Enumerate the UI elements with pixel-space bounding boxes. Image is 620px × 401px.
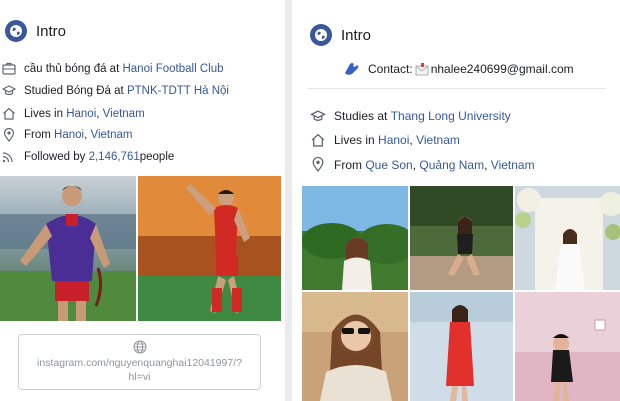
work-row: cầu thủ bóng đá at Hanoi Football Club (2, 62, 224, 75)
contact-row: Contact: nhalee240699@gmail.com (344, 62, 574, 76)
right-intro-card: Intro Contact: nhalee240699@gmail.com St… (292, 0, 620, 401)
globe-icon (5, 20, 27, 42)
followed-suffix: people (139, 150, 175, 163)
from-prefix: From (24, 129, 51, 141)
contact-email[interactable]: nhalee240699@gmail.com (431, 62, 574, 76)
right-intro-header: Intro (310, 24, 371, 46)
graduation-cap-icon (310, 110, 326, 121)
followers-count-link[interactable]: 2,146,761 (89, 151, 140, 163)
studied-prefix: Studied Bóng Đá at (24, 84, 124, 97)
web-icon (19, 340, 260, 356)
lives-country-link[interactable]: Vietnam (416, 133, 460, 147)
grid-photo-1[interactable] (302, 186, 408, 290)
from-country-link[interactable]: Vietnam (91, 129, 133, 141)
home-icon (3, 107, 15, 120)
lives-country-link[interactable]: Vietnam (103, 108, 145, 120)
studied-link[interactable]: PTNK-TDTT Hà Nội (127, 85, 229, 97)
lives-sep: , (409, 133, 413, 147)
rss-icon (2, 152, 13, 163)
intro-title: Intro (36, 22, 67, 40)
grid-photo-5[interactable] (410, 292, 513, 401)
from-city-link[interactable]: Hanoi (54, 129, 84, 141)
lives-row: Lives in Hanoi, Vietnam (310, 133, 460, 147)
studies-prefix: Studies at (334, 109, 388, 123)
location-pin-icon (3, 128, 15, 142)
divider (308, 88, 606, 89)
grid-photo-6[interactable] (515, 292, 620, 401)
from-sep-1: , (412, 157, 417, 172)
envelope-icon (415, 62, 429, 75)
phone-icon (345, 63, 359, 75)
contact-label: Contact: (368, 62, 413, 76)
from-country-link[interactable]: Vietnam (491, 158, 535, 172)
work-link[interactable]: Hanoi Football Club (122, 63, 223, 75)
graduation-cap-icon (2, 85, 16, 96)
lives-prefix: Lives in (24, 107, 63, 120)
intro-title: Intro (341, 26, 372, 44)
lives-sep: , (96, 107, 100, 120)
instagram-link-card[interactable]: instagram.com/nguyenquanghai12041997/? h… (18, 334, 261, 390)
grid-photo-4[interactable] (302, 292, 408, 401)
from-row: From Hanoi, Vietnam (2, 128, 133, 142)
from-row: From Que Son, Quảng Nam, Vietnam (310, 157, 535, 172)
followed-prefix: Followed by (24, 150, 86, 163)
work-prefix: cầu thủ bóng đá at (24, 62, 120, 75)
profile-photo-1[interactable] (0, 176, 136, 321)
from-province-link[interactable]: Quảng Nam (419, 158, 484, 172)
from-prefix: From (334, 157, 362, 172)
briefcase-icon (2, 62, 16, 75)
from-town-link[interactable]: Que Son (365, 158, 412, 172)
from-sep: , (84, 129, 88, 141)
lives-prefix: Lives in (334, 133, 375, 147)
followed-row: Followed by 2,146,761 people (2, 150, 174, 163)
lives-city-link[interactable]: Hanoi (378, 133, 409, 147)
studies-row: Studies at Thang Long University (310, 109, 511, 123)
lives-city-link[interactable]: Hanoi (66, 108, 96, 120)
home-icon (311, 133, 325, 147)
left-intro-header: Intro (5, 20, 66, 42)
grid-photo-2[interactable] (410, 186, 513, 290)
globe-icon (310, 24, 332, 46)
grid-photo-3[interactable] (515, 186, 620, 290)
from-sep-2: , (484, 157, 488, 172)
lives-row: Lives in Hanoi, Vietnam (2, 107, 145, 120)
profile-photo-2[interactable] (138, 176, 281, 321)
studied-row: Studied Bóng Đá at PTNK-TDTT Hà Nội (2, 84, 229, 97)
instagram-url-line2: hl=vi (128, 371, 151, 383)
studies-link[interactable]: Thang Long University (391, 109, 511, 123)
instagram-url-line1: instagram.com/nguyenquanghai12041997/? (37, 357, 242, 369)
location-pin-icon (312, 157, 324, 172)
left-intro-card: Intro cầu thủ bóng đá at Hanoi Football … (0, 0, 285, 401)
